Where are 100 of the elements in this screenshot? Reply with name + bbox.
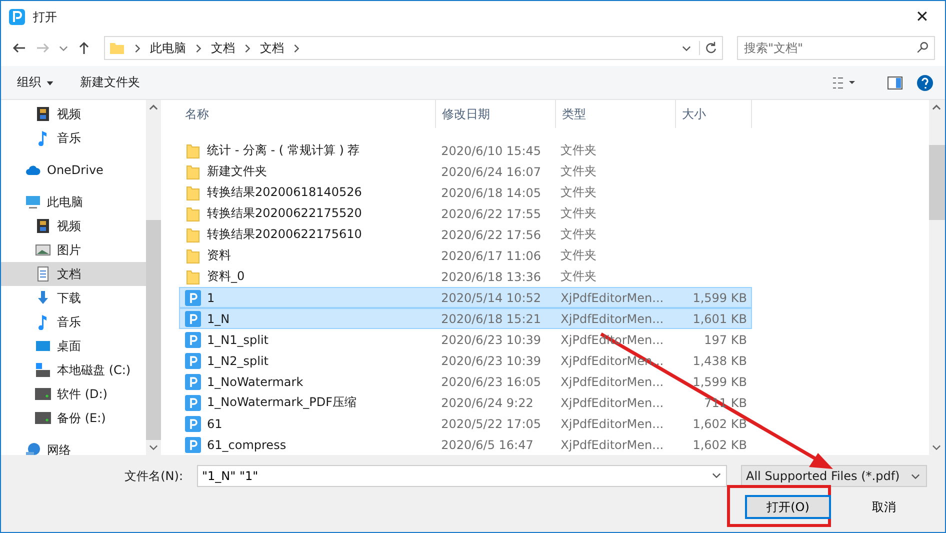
pdf-file-icon xyxy=(185,394,201,410)
column-header[interactable]: 修改日期 xyxy=(436,100,556,128)
scrollbar[interactable] xyxy=(146,100,161,455)
date-cell: 2020/6/17 11:06 xyxy=(441,248,542,262)
chevron-right-icon[interactable] xyxy=(133,44,142,52)
file-row[interactable]: 1 2020/5/14 10:52 XjPdfEditorMen... 1,599 KB xyxy=(179,287,752,308)
scrollbar[interactable] xyxy=(929,100,945,455)
scroll-up-icon[interactable] xyxy=(149,103,158,112)
size-cell: 1,601 KB xyxy=(692,312,747,326)
organize-menu-button[interactable]: 组织 xyxy=(11,71,60,94)
scroll-thumb[interactable] xyxy=(146,220,161,440)
film-icon xyxy=(35,106,51,122)
refresh-icon[interactable] xyxy=(699,41,718,55)
address-bar[interactable]: 此电脑 文档 文档 xyxy=(104,36,723,60)
sidebar-item[interactable]: 备份 (E:) xyxy=(1,406,146,430)
file-type-dropdown[interactable]: All Supported Files (*.pdf) xyxy=(741,465,927,487)
file-row[interactable]: 统计 - 分离 - ( 常规计算 ) 荐 2020/6/10 15:45 文件夹 xyxy=(179,140,752,161)
file-row[interactable]: 61_compress 2020/6/5 16:47 XjPdfEditorMen... 1,602 KB xyxy=(179,434,752,455)
sidebar-item[interactable]: 音乐 xyxy=(1,126,146,150)
type-cell: XjPdfEditorMen... xyxy=(560,312,664,326)
type-cell: XjPdfEditorMen... xyxy=(560,396,664,410)
file-row[interactable]: 1_NoWatermark 2020/6/23 16:05 XjPdfEditorMen... 1,599 KB xyxy=(179,371,752,392)
breadcrumb-item[interactable]: 此电脑 xyxy=(150,40,186,56)
file-row[interactable]: 转换结果20200618140526 2020/6/18 14:05 文件夹 xyxy=(179,182,752,203)
folder-icon xyxy=(185,164,201,180)
drive-icon xyxy=(35,362,51,378)
pdf-file-icon xyxy=(185,352,201,368)
search-icon xyxy=(916,41,929,54)
file-name: 1_N xyxy=(207,312,230,326)
file-name: 统计 - 分离 - ( 常规计算 ) 荐 xyxy=(207,142,360,159)
file-name: 1_N1_split xyxy=(207,332,268,346)
chevron-down-icon[interactable] xyxy=(682,44,691,52)
preview-pane-icon[interactable] xyxy=(887,74,903,90)
file-row[interactable]: 61 2020/5/22 17:05 XjPdfEditorMen... 1,602 KB xyxy=(179,413,752,434)
chevron-right-icon[interactable] xyxy=(292,44,301,52)
date-cell: 2020/6/18 14:05 xyxy=(441,186,542,200)
breadcrumb-item[interactable]: 文档 xyxy=(260,40,284,56)
sidebar-item[interactable]: 此电脑 xyxy=(1,190,146,214)
date-cell: 2020/5/14 10:52 xyxy=(441,290,542,304)
file-name: 1_N2_split xyxy=(207,354,268,368)
file-name: 资料_0 xyxy=(207,268,245,285)
sidebar-item[interactable]: 下载 xyxy=(1,286,146,310)
scroll-down-icon[interactable] xyxy=(932,443,941,452)
file-name: 转换结果20200618140526 xyxy=(207,184,362,201)
close-button[interactable]: ✕ xyxy=(899,2,945,32)
file-row[interactable]: 1_N 2020/6/18 15:21 XjPdfEditorMen... 1,601 KB xyxy=(179,308,752,329)
sidebar-item[interactable]: OneDrive xyxy=(1,158,146,182)
scroll-thumb[interactable] xyxy=(929,145,945,220)
file-name: 转换结果20200622175520 xyxy=(207,205,362,222)
column-header[interactable]: 名称 xyxy=(179,100,436,128)
sidebar-item[interactable]: 网络 xyxy=(1,438,146,455)
pdf-file-icon xyxy=(185,290,201,306)
sidebar-item[interactable]: 视频 xyxy=(1,102,146,126)
date-cell: 2020/6/22 17:56 xyxy=(441,228,542,242)
date-cell: 2020/6/5 16:47 xyxy=(441,438,534,452)
cancel-button[interactable]: 取消 xyxy=(841,495,927,519)
file-row[interactable]: 转换结果20200622175610 2020/6/22 17:56 文件夹 xyxy=(179,224,752,245)
breadcrumb-item[interactable]: 文档 xyxy=(211,40,235,56)
sidebar-item[interactable]: 本地磁盘 (C:) xyxy=(1,358,146,382)
column-header[interactable]: 类型 xyxy=(556,100,676,128)
pdf-file-icon xyxy=(185,436,201,452)
open-button[interactable]: 打开(O) xyxy=(745,495,831,519)
scroll-up-icon[interactable] xyxy=(932,103,941,112)
file-row[interactable]: 转换结果20200622175520 2020/6/22 17:55 文件夹 xyxy=(179,203,752,224)
sidebar-item[interactable]: 音乐 xyxy=(1,310,146,334)
chevron-right-icon[interactable] xyxy=(194,44,203,52)
file-row[interactable]: 资料_0 2020/6/18 13:36 文件夹 xyxy=(179,266,752,287)
pdf-file-icon xyxy=(185,416,201,432)
help-icon[interactable] xyxy=(917,74,933,90)
date-cell: 2020/6/23 10:39 xyxy=(441,332,542,346)
chevron-right-icon[interactable] xyxy=(243,44,252,52)
date-cell: 2020/6/23 10:39 xyxy=(441,354,542,368)
file-name: 1_NoWatermark_PDF压缩 xyxy=(207,394,357,411)
sidebar-item[interactable]: 视频 xyxy=(1,214,146,238)
type-cell: 文件夹 xyxy=(560,184,597,201)
folder-icon xyxy=(109,40,125,56)
sidebar-item[interactable]: 桌面 xyxy=(1,334,146,358)
file-row[interactable]: 新建文件夹 2020/6/24 16:07 文件夹 xyxy=(179,161,752,182)
pdf-file-icon xyxy=(185,374,201,390)
file-row[interactable]: 资料 2020/6/17 11:06 文件夹 xyxy=(179,245,752,266)
filename-field[interactable]: "1_N" "1" xyxy=(197,465,727,487)
dropdown-chevron-icon[interactable] xyxy=(911,472,920,480)
column-header[interactable]: 大小 xyxy=(676,100,752,128)
file-name: 新建文件夹 xyxy=(207,163,267,180)
date-cell: 2020/6/10 15:45 xyxy=(441,144,542,158)
film-icon xyxy=(35,218,51,234)
dropdown-chevron-icon[interactable] xyxy=(712,471,721,480)
chevron-down-icon[interactable] xyxy=(59,44,68,52)
sidebar-item[interactable]: 软件 (D:) xyxy=(1,382,146,406)
picture-icon xyxy=(35,242,51,258)
scroll-down-icon[interactable] xyxy=(149,443,158,452)
size-cell: 1,602 KB xyxy=(692,438,747,452)
desktop-icon xyxy=(35,338,51,354)
date-cell: 2020/6/22 17:55 xyxy=(441,206,542,220)
search-field[interactable]: 搜索"文档" xyxy=(737,36,935,60)
sidebar-item[interactable]: 文档 xyxy=(1,262,146,286)
new-folder-button[interactable]: 新建文件夹 xyxy=(74,71,146,94)
sidebar-item[interactable]: 图片 xyxy=(1,238,146,262)
date-cell: 2020/6/24 9:22 xyxy=(441,396,534,410)
folder-icon xyxy=(185,248,201,264)
